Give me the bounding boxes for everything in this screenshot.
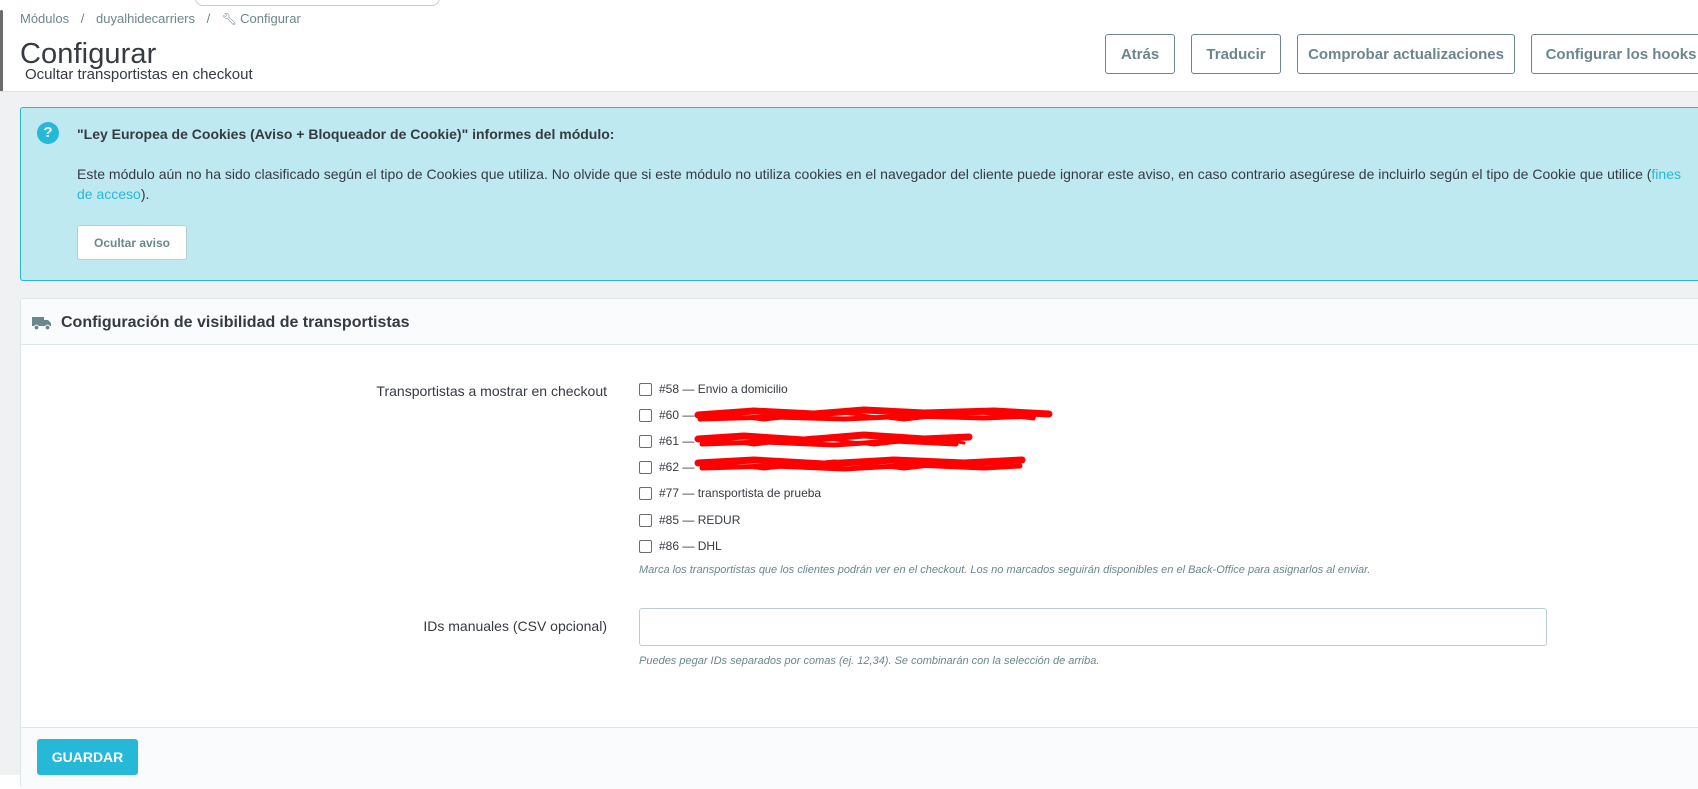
breadcrumb-item-configure: Configurar xyxy=(240,11,301,26)
carrier-option-62[interactable]: #62 — xyxy=(639,457,694,477)
breadcrumb: Módulos / duyalhidecarriers / 🔧︎ Configur… xyxy=(20,11,301,26)
breadcrumb-separator: / xyxy=(80,11,85,26)
truck-icon xyxy=(32,317,51,331)
carrier-label: #77 — transportista de prueba xyxy=(659,486,822,500)
panel-heading: Configuración de visibilidad de transpor… xyxy=(21,299,1698,345)
hide-notice-button[interactable]: Ocultar aviso xyxy=(77,225,187,260)
carriers-help-text: Marca los transportistas que los cliente… xyxy=(639,564,1371,576)
alert-text-end: ). xyxy=(140,186,150,202)
carrier-option-60[interactable]: #60 — xyxy=(639,405,694,425)
carrier-label: #86 — DHL xyxy=(659,539,722,553)
carriers-label: Transportistas a mostrar en checkout xyxy=(376,383,607,399)
carrier-option-86[interactable]: #86 — DHL xyxy=(639,536,722,556)
wrench-icon: 🔧︎ xyxy=(221,12,238,26)
back-button[interactable]: Atrás xyxy=(1105,34,1175,74)
save-button[interactable]: GUARDAR xyxy=(37,739,138,775)
panel-title: Configuración de visibilidad de transpor… xyxy=(61,314,410,331)
carrier-label: #58 — Envio a domicilio xyxy=(659,382,788,396)
carrier-checkbox[interactable] xyxy=(639,460,652,474)
translate-button[interactable]: Traducir xyxy=(1191,34,1281,74)
carrier-option-61[interactable]: #61 — xyxy=(639,431,694,451)
alert-text-part: Este módulo aún no ha sido clasificado s… xyxy=(77,166,1652,182)
breadcrumb-item-modules[interactable]: Módulos xyxy=(20,11,69,26)
configure-hooks-button[interactable]: Configurar los hooks xyxy=(1531,34,1698,74)
alert-title: "Ley Europea de Cookies (Aviso + Bloquea… xyxy=(77,126,615,142)
carrier-label: #62 — xyxy=(659,460,695,474)
carrier-checkbox[interactable] xyxy=(639,434,652,448)
carrier-checkbox[interactable] xyxy=(639,486,652,500)
alert-text: Este módulo aún no ha sido clasificado s… xyxy=(77,164,1697,204)
carrier-checkbox[interactable] xyxy=(639,539,652,553)
panel-footer: GUARDAR xyxy=(21,727,1698,789)
search-input[interactable] xyxy=(195,0,440,6)
carrier-label: #61 — xyxy=(659,434,695,448)
question-circle-icon: ? xyxy=(37,122,59,144)
carrier-option-77[interactable]: #77 — transportista de prueba xyxy=(639,483,821,503)
manual-ids-label: IDs manuales (CSV opcional) xyxy=(423,618,607,634)
carrier-checkbox[interactable] xyxy=(639,513,652,527)
carrier-label: #60 — xyxy=(659,408,695,422)
breadcrumb-item-module[interactable]: duyalhidecarriers xyxy=(96,11,195,26)
carrier-checkbox[interactable] xyxy=(639,382,652,396)
carrier-label: #85 — REDUR xyxy=(659,513,741,527)
page-subtitle: Ocultar transportistas en checkout xyxy=(25,66,253,83)
check-updates-button[interactable]: Comprobar actualizaciones xyxy=(1297,34,1515,74)
breadcrumb-separator: / xyxy=(206,11,211,26)
cookie-notice-alert: ? "Ley Europea de Cookies (Aviso + Bloqu… xyxy=(20,107,1698,281)
manual-ids-help-text: Puedes pegar IDs separados por comas (ej… xyxy=(639,655,1100,667)
carrier-visibility-panel: Configuración de visibilidad de transpor… xyxy=(20,298,1698,789)
carrier-option-85[interactable]: #85 — REDUR xyxy=(639,510,740,530)
manual-ids-input[interactable] xyxy=(639,608,1547,646)
carrier-checkbox[interactable] xyxy=(639,408,652,422)
carrier-option-58[interactable]: #58 — Envio a domicilio xyxy=(639,379,788,399)
